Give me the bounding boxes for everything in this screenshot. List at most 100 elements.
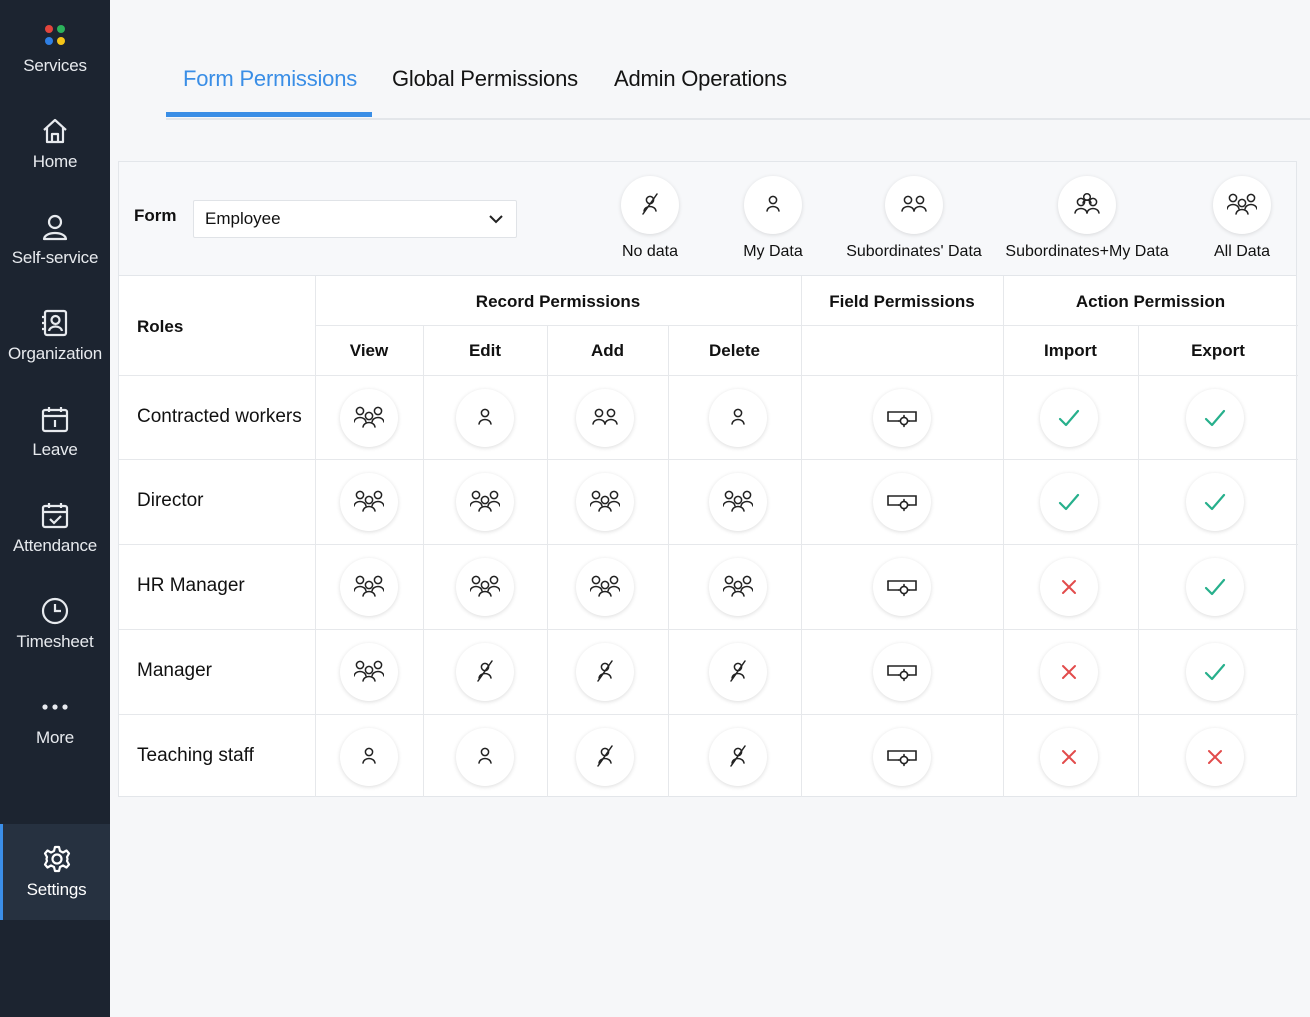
delete-permission-my-data-icon[interactable] (709, 389, 767, 447)
field-permission-icon[interactable] (873, 643, 931, 701)
divider (119, 375, 1298, 376)
edit-permission-my-data-icon[interactable] (456, 728, 514, 786)
tab-bar: Form Permissions Global Permissions Admi… (166, 40, 1310, 120)
sidebar-item-label: Self-service (11, 248, 99, 267)
chevron-down-icon (488, 211, 504, 232)
edit-permission-all-data-icon[interactable] (456, 558, 514, 616)
delete-permission-all-data-icon[interactable] (709, 473, 767, 531)
sidebar-item-timesheet[interactable]: Timesheet (0, 576, 110, 672)
divider (423, 325, 424, 797)
more-dots-icon (40, 690, 70, 724)
sidebar-item-label: Attendance (12, 536, 97, 555)
sidebar: Services Home Self-service Organization (0, 0, 110, 1017)
legend-label: All Data (1213, 243, 1271, 260)
user-icon (40, 210, 70, 244)
filter-bar: Form Employee No data My Data Subordinat… (119, 162, 1296, 276)
my-data-icon (744, 176, 802, 234)
legend-label: No data (621, 243, 679, 260)
sidebar-item-settings[interactable]: Settings (0, 824, 110, 920)
sidebar-item-label: Organization (8, 344, 102, 363)
delete-permission-no-data-icon[interactable] (709, 728, 767, 786)
organization-icon (40, 306, 70, 340)
export-check-icon[interactable] (1186, 643, 1244, 701)
sidebar-item-label: More (36, 728, 74, 747)
edit-permission-all-data-icon[interactable] (456, 473, 514, 531)
field-permission-icon[interactable] (873, 473, 931, 531)
sidebar-item-organization[interactable]: Organization (0, 288, 110, 384)
form-label: Form (134, 206, 177, 225)
delete-permission-no-data-icon[interactable] (709, 643, 767, 701)
add-permission-all-data-icon[interactable] (576, 558, 634, 616)
view-column-header: View (349, 341, 389, 360)
roles-header: Roles (137, 317, 184, 336)
import-cross-icon[interactable] (1040, 558, 1098, 616)
form-select[interactable]: Employee (193, 200, 517, 238)
view-permission-my-data-icon[interactable] (340, 728, 398, 786)
import-cross-icon[interactable] (1040, 728, 1098, 786)
calendar-check-icon (40, 498, 70, 532)
add-permission-subordinates-data-icon[interactable] (576, 389, 634, 447)
legend-label: My Data (743, 243, 803, 260)
role-name: Director (137, 490, 204, 511)
view-permission-all-data-icon[interactable] (340, 389, 398, 447)
form-select-value: Employee (205, 209, 281, 228)
import-check-icon[interactable] (1040, 389, 1098, 447)
field-permissions-header: Field Permissions (829, 292, 975, 311)
divider (119, 629, 1298, 630)
divider (119, 459, 1298, 460)
import-column-header: Import (1044, 341, 1097, 360)
sidebar-item-self-service[interactable]: Self-service (0, 192, 110, 288)
field-permission-icon[interactable] (873, 728, 931, 786)
divider (1138, 325, 1139, 797)
view-permission-all-data-icon[interactable] (340, 558, 398, 616)
sidebar-item-label: Settings (26, 880, 87, 899)
no-data-icon (621, 176, 679, 234)
add-permission-no-data-icon[interactable] (576, 728, 634, 786)
sidebar-item-home[interactable]: Home (0, 96, 110, 192)
export-check-icon[interactable] (1186, 473, 1244, 531)
view-permission-all-data-icon[interactable] (340, 473, 398, 531)
export-check-icon[interactable] (1186, 389, 1244, 447)
gear-icon (42, 842, 72, 876)
divider (801, 276, 802, 797)
legend-label: Subordinates' Data (846, 243, 982, 260)
role-name: Contracted workers (137, 406, 302, 427)
divider (119, 544, 1298, 545)
sidebar-item-attendance[interactable]: Attendance (0, 480, 110, 576)
sidebar-item-label: Timesheet (16, 632, 94, 651)
sidebar-item-label: Leave (32, 440, 78, 459)
import-check-icon[interactable] (1040, 473, 1098, 531)
divider (668, 325, 669, 797)
clock-icon (40, 594, 70, 628)
sidebar-item-services[interactable]: Services (0, 0, 110, 96)
edit-permission-no-data-icon[interactable] (456, 643, 514, 701)
delete-permission-all-data-icon[interactable] (709, 558, 767, 616)
tab-admin-operations[interactable]: Admin Operations (614, 40, 787, 118)
services-dots-icon (40, 18, 70, 52)
sidebar-item-more[interactable]: More (0, 672, 110, 768)
divider (315, 325, 1298, 326)
view-permission-all-data-icon[interactable] (340, 643, 398, 701)
export-check-icon[interactable] (1186, 558, 1244, 616)
tab-form-permissions[interactable]: Form Permissions (183, 40, 357, 118)
legend-subordinates-data: Subordinates' Data (819, 176, 1009, 261)
import-cross-icon[interactable] (1040, 643, 1098, 701)
edit-column-header: Edit (468, 341, 502, 360)
add-permission-all-data-icon[interactable] (576, 473, 634, 531)
divider (119, 714, 1298, 715)
edit-permission-my-data-icon[interactable] (456, 389, 514, 447)
legend-label: Subordinates+My Data (1005, 243, 1169, 260)
field-permission-icon[interactable] (873, 558, 931, 616)
permissions-panel: Form Employee No data My Data Subordinat… (118, 161, 1298, 797)
add-permission-no-data-icon[interactable] (576, 643, 634, 701)
tab-global-permissions[interactable]: Global Permissions (392, 40, 578, 118)
export-column-header: Export (1191, 341, 1245, 360)
all-data-icon (1213, 176, 1271, 234)
export-cross-icon[interactable] (1186, 728, 1244, 786)
sidebar-item-label: Services (23, 56, 87, 75)
divider (547, 325, 548, 797)
legend-all-data: All Data (1147, 176, 1310, 261)
sidebar-item-leave[interactable]: Leave (0, 384, 110, 480)
delete-column-header: Delete (708, 341, 761, 360)
field-permission-icon[interactable] (873, 389, 931, 447)
